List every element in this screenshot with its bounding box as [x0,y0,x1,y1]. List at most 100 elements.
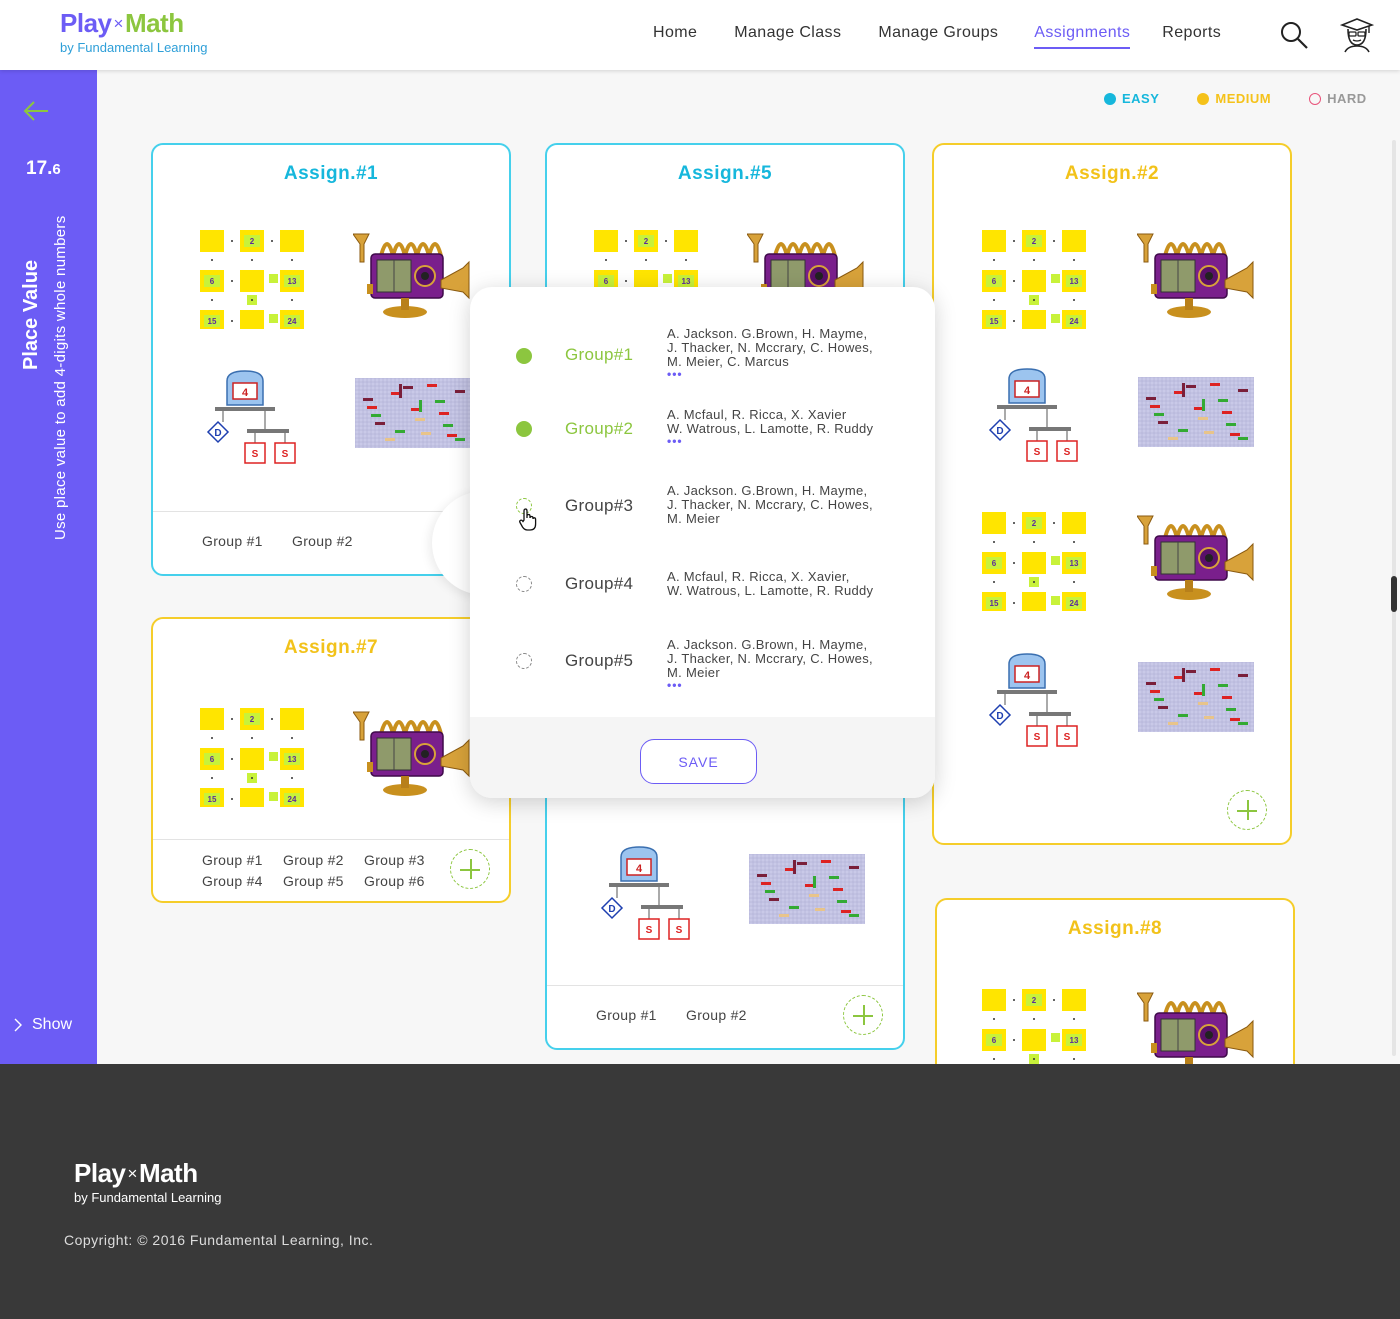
show-toggle[interactable]: Show [14,1016,72,1034]
logo-x: × [113,14,124,33]
pixel-grid-game [1137,376,1255,452]
radio-selected-icon[interactable] [516,421,532,437]
group-tag: Group #2 [686,1007,747,1023]
svg-text:13: 13 [1070,559,1079,568]
svg-text:24: 24 [288,317,297,326]
svg-text:S: S [646,925,653,936]
card-footer: Group #1 Group #2 [547,985,903,1048]
svg-text:S: S [1034,447,1041,458]
user-avatar-icon[interactable] [1340,17,1374,53]
svg-text:4: 4 [242,387,249,399]
svg-text:6: 6 [992,1036,997,1045]
group-tag: Group #1 [202,533,263,549]
svg-text:13: 13 [288,755,297,764]
svg-text:2: 2 [644,237,649,246]
more-members-link[interactable]: ••• [667,679,907,691]
logo-play-text: Play [74,1158,126,1188]
svg-text:D: D [996,426,1003,437]
footer-logo[interactable]: Play ×Math by Fundamental Learning [74,1158,221,1205]
svg-text:S: S [1064,732,1071,743]
group-assign-popover: Group#1 A. Jackson. G.Brown, H. Mayme, J.… [470,287,935,798]
nav-assignments[interactable]: Assignments [1034,24,1131,49]
group-tag: Group #1 [202,852,263,868]
card-title: Assign.#2 [1064,163,1160,184]
group-members: A. Jackson. G.Brown, H. Mayme, J. Thacker… [667,327,907,381]
legend-easy: EASY [1104,91,1159,106]
group-name: Group#4 [565,574,634,593]
svg-text:S: S [252,449,259,460]
svg-text:15: 15 [208,795,217,804]
radio-unselected-icon[interactable] [516,653,532,669]
scale-tree-game: 4 D S S [597,843,703,952]
nav-manage-groups[interactable]: Manage Groups [878,24,998,49]
svg-text:15: 15 [990,599,999,608]
group-tag: Group #2 [283,852,344,868]
logo-subtitle: by Fundamental Learning [60,40,208,55]
legend-medium: MEDIUM [1197,91,1271,106]
nav-manage-class[interactable]: Manage Class [734,24,841,49]
svg-text:D: D [214,428,221,439]
svg-text:6: 6 [604,277,609,286]
machine-game [352,710,473,805]
card-title: Assign.#1 [283,163,379,184]
number-grid-game: 2 6 13 15 24 [198,225,304,334]
card-title: Assign.#7 [283,637,379,658]
group-name: Group#5 [565,651,634,670]
svg-text:15: 15 [990,317,999,326]
group-members: A. Jackson. G.Brown, H. Mayme, J. Thacker… [667,483,873,526]
svg-text:24: 24 [1070,317,1079,326]
group-tag: Group #2 [292,533,353,549]
back-arrow-icon[interactable] [23,100,49,122]
svg-text:4: 4 [1024,670,1031,682]
assignment-card-7[interactable]: Assign.#7 2 6 13 15 24 Group #1 Group #2 Gro… [151,617,511,903]
main-nav: Home Manage Class Manage Groups Assignme… [640,24,1221,49]
scale-tree-game: 4 D S S [985,365,1091,474]
top-header: Play ×Math by Fundamental Learning Home M… [0,0,1400,70]
svg-text:13: 13 [288,277,297,286]
svg-text:2: 2 [250,237,255,246]
number-grid-game: 2 6 13 15 24 [980,507,1086,616]
add-group-button[interactable] [843,995,883,1035]
group-tag: Group #1 [596,1007,657,1023]
radio-selected-icon[interactable] [516,348,532,364]
logo-subtitle: by Fundamental Learning [74,1190,222,1205]
logo-x: × [127,1164,138,1183]
group-name: Group#3 [565,496,634,515]
difficulty-legend: EASY MEDIUM HARD [1104,91,1367,106]
nav-home[interactable]: Home [653,24,697,49]
brand-logo[interactable]: Play ×Math by Fundamental Learning [60,8,207,55]
scrollbar-thumb[interactable] [1391,576,1397,612]
page-footer: Play ×Math by Fundamental Learning Copyri… [0,1064,1400,1319]
lesson-description: Use place value to add 4-digits whole nu… [52,215,69,540]
save-button[interactable]: SAVE [640,739,757,784]
logo-math-text: Math [124,8,184,38]
lesson-title: Place Value [20,259,42,370]
scale-tree-game: 4 D S S [985,650,1091,759]
popover-footer: SAVE [470,717,935,798]
machine-game [1136,514,1257,609]
more-members-link[interactable]: ••• [667,435,907,447]
hard-dot-icon [1309,92,1322,105]
svg-text:D: D [996,711,1003,722]
radio-unselected-icon[interactable] [516,576,532,592]
svg-text:2: 2 [250,715,255,724]
group-tag: Group #3 [364,852,425,868]
svg-text:2: 2 [1032,996,1037,1005]
machine-game [352,232,473,327]
nav-reports[interactable]: Reports [1162,24,1221,49]
search-icon[interactable] [1280,21,1308,49]
card-title: Assign.#8 [1067,918,1163,939]
show-label: Show [32,1016,73,1033]
add-group-button[interactable] [1227,790,1267,830]
svg-text:4: 4 [1024,385,1031,397]
pixel-grid-game [748,853,866,929]
svg-text:4: 4 [636,863,643,875]
assignment-card-2[interactable]: Assign.#2 2 6 13 15 24 4 D S S 2 6 13 15 24 4 D S S [932,143,1292,845]
svg-text:24: 24 [288,795,297,804]
logo-play-text: Play [60,8,112,38]
add-group-button[interactable] [450,849,490,889]
scale-tree-game: 4 D S S [203,367,309,476]
svg-text:6: 6 [210,755,215,764]
svg-text:S: S [282,449,289,460]
more-members-link[interactable]: ••• [667,368,907,380]
